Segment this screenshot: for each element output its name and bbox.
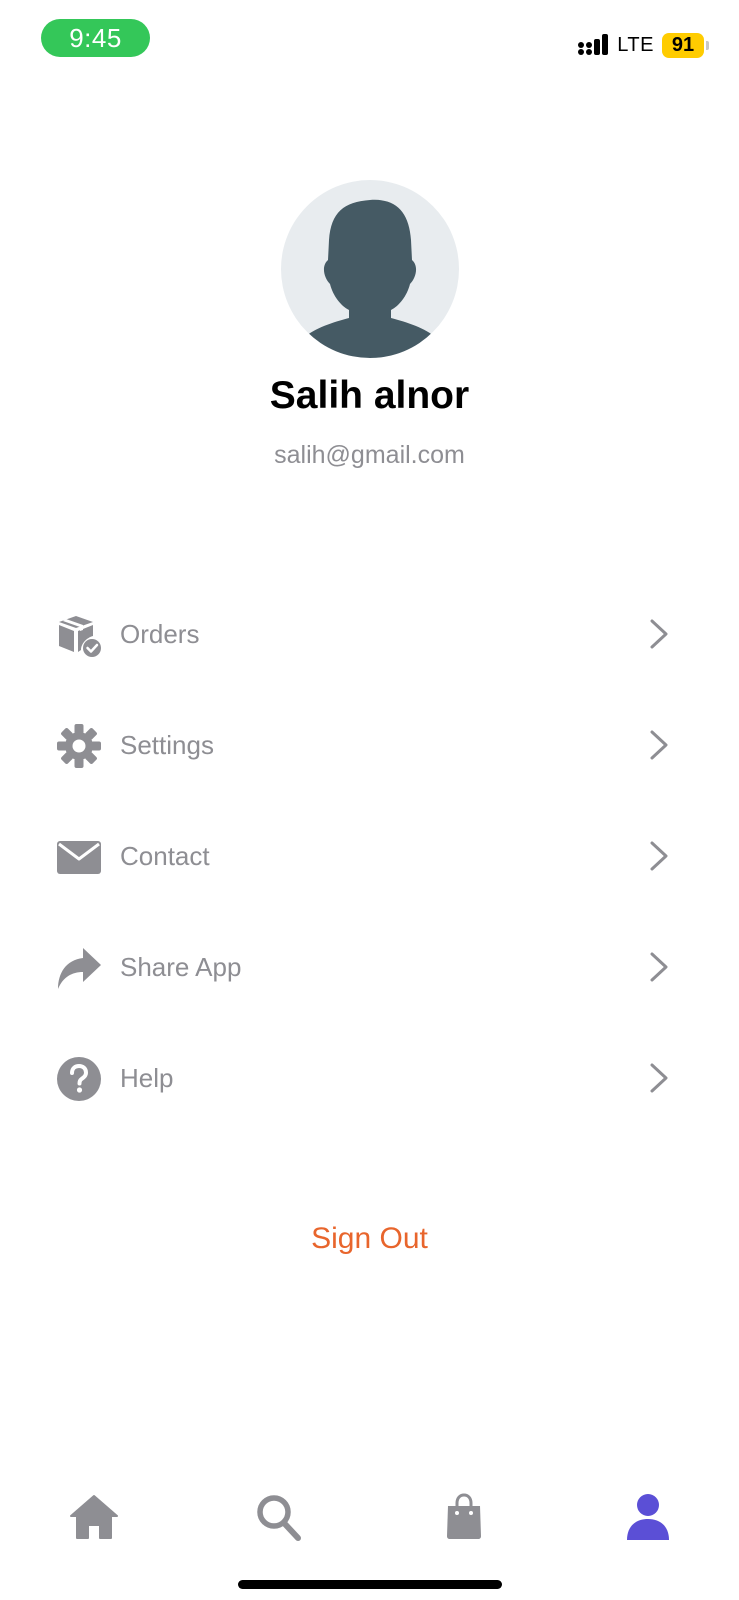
menu-item-label: Settings	[120, 730, 214, 760]
menu-item-contact[interactable]: Contact	[0, 802, 739, 913]
home-icon	[70, 1495, 118, 1539]
share-arrow-icon	[56, 945, 102, 991]
status-time: 9:45	[41, 19, 150, 57]
network-type: LTE	[617, 33, 654, 56]
tab-search[interactable]	[253, 1492, 303, 1542]
menu-item-settings[interactable]: Settings	[0, 691, 739, 802]
gear-icon	[56, 723, 102, 769]
profile-menu: Orders Settings Contact Share App Help	[0, 580, 739, 1135]
chevron-right-icon	[648, 729, 670, 761]
battery-indicator: 91	[662, 32, 709, 58]
tab-bar	[0, 1487, 739, 1547]
tab-home[interactable]	[69, 1492, 119, 1542]
package-check-icon	[56, 612, 102, 658]
chevron-right-icon	[648, 951, 670, 983]
home-indicator	[238, 1580, 502, 1589]
chevron-right-icon	[648, 1062, 670, 1094]
profile-icon	[627, 1494, 669, 1540]
cellular-signal-icon	[578, 34, 609, 55]
menu-item-label: Orders	[120, 619, 200, 649]
menu-item-label: Help	[120, 1063, 174, 1093]
chevron-right-icon	[648, 840, 670, 872]
profile-email: salih@gmail.com	[274, 441, 465, 469]
menu-item-share-app[interactable]: Share App	[0, 913, 739, 1024]
search-icon	[257, 1495, 301, 1541]
menu-item-help[interactable]: Help	[0, 1024, 739, 1135]
sign-out-button[interactable]: Sign Out	[0, 1222, 739, 1256]
menu-item-orders[interactable]: Orders	[0, 580, 739, 691]
menu-item-label: Contact	[120, 841, 210, 871]
chevron-right-icon	[648, 618, 670, 650]
tab-profile[interactable]	[623, 1492, 673, 1542]
menu-item-label: Share App	[120, 952, 242, 982]
question-circle-icon	[56, 1056, 102, 1102]
battery-tip	[706, 40, 709, 50]
battery-level: 91	[662, 32, 704, 58]
status-indicators: LTE 91	[577, 31, 709, 59]
avatar[interactable]	[281, 180, 459, 358]
profile-name: Salih alnor	[269, 374, 470, 417]
shopping-bag-icon	[447, 1493, 481, 1539]
person-silhouette-icon	[304, 199, 436, 358]
tab-bag[interactable]	[439, 1492, 489, 1542]
envelope-icon	[56, 834, 102, 880]
